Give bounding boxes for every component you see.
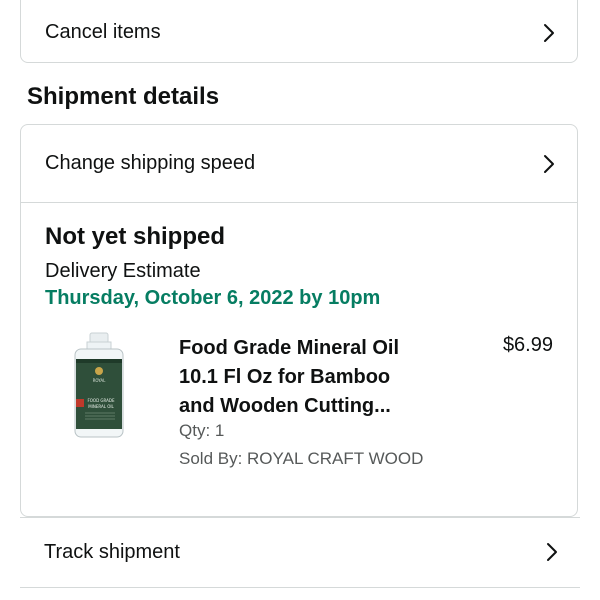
product-quantity: Qty: 1: [179, 421, 225, 440]
change-shipping-speed-label: Change shipping speed: [45, 152, 256, 174]
product-seller: Sold By: ROYAL CRAFT WOOD: [179, 449, 424, 468]
product-price: $6.99: [502, 334, 553, 356]
cancel-items-card[interactable]: Cancel items: [20, 0, 578, 63]
delivery-estimate-date: Thursday, October 6, 2022 by 10pm: [45, 287, 381, 309]
cancel-items-label: Cancel items: [45, 21, 161, 43]
track-shipment-label: Track shipment: [44, 540, 180, 563]
bottle-label-line1: FOOD GRADE: [87, 398, 114, 403]
track-shipment-row[interactable]: Track shipment: [20, 517, 580, 587]
chevron-right-icon: [544, 23, 554, 42]
shipment-status: Not yet shipped: [45, 223, 226, 250]
chevron-right-icon: [547, 543, 557, 561]
delivery-estimate-label: Delivery Estimate: [45, 260, 201, 282]
shipment-card: Change shipping speed Not yet shipped De…: [20, 124, 578, 517]
chevron-right-icon: [544, 154, 554, 173]
bottle-label-brand: ROYAL: [93, 378, 107, 383]
bottle-label-line2: MINERAL OIL: [88, 404, 114, 409]
shipment-details-heading: Shipment details: [27, 83, 220, 110]
order-details-page: Cancel items Shipment details Change shi…: [0, 0, 600, 600]
change-shipping-speed-row[interactable]: Change shipping speed: [21, 125, 577, 203]
product-title-link[interactable]: Food Grade Mineral Oil 10.1 Fl Oz for Ba…: [179, 334, 429, 421]
bottle-product-image[interactable]: ROYAL FOOD GRADE MINERAL OIL: [45, 331, 153, 441]
cancel-items-row[interactable]: Cancel items: [21, 0, 577, 64]
divider-bottom: [20, 587, 580, 588]
